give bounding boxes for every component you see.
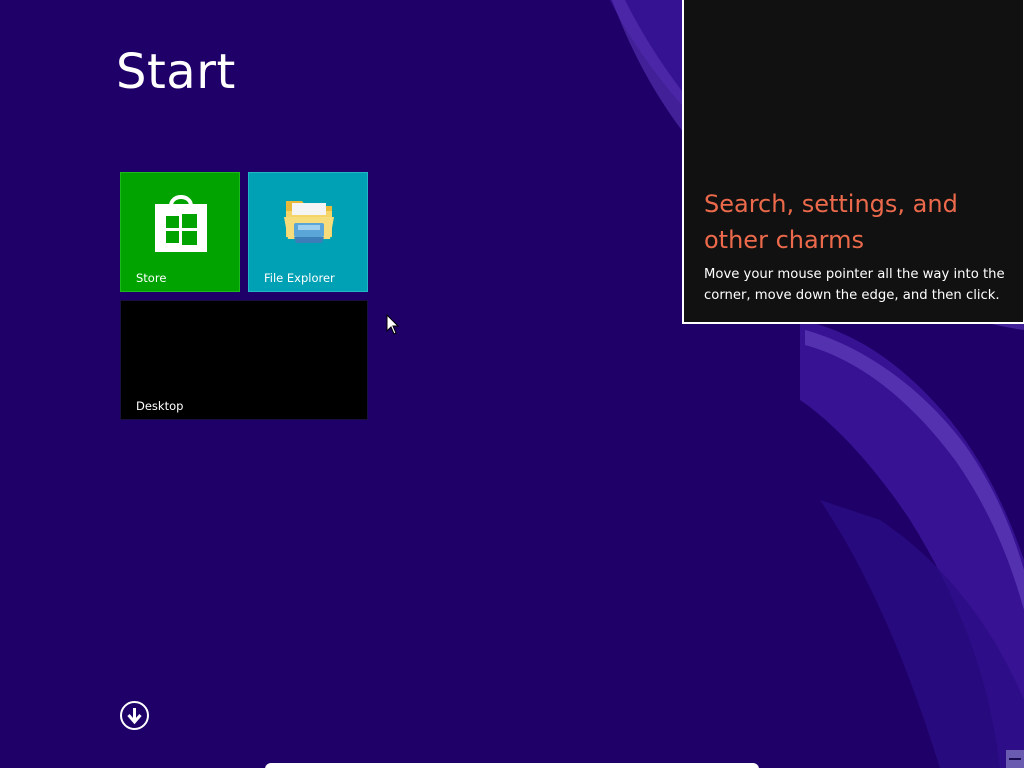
desktop-tile-label: Desktop <box>136 399 184 413</box>
mouse-pointer-icon <box>386 314 400 335</box>
bottom-bar <box>265 763 759 768</box>
start-title: Start <box>116 44 236 100</box>
folder-icon <box>282 193 336 251</box>
desktop-tile[interactable]: Desktop <box>120 300 368 420</box>
charms-tip-popup: Search, settings, and other charms Move … <box>682 0 1024 324</box>
store-tile-label: Store <box>136 271 167 285</box>
zoom-out-button[interactable] <box>1006 750 1024 768</box>
file-explorer-tile[interactable]: File Explorer <box>248 172 368 292</box>
store-bag-icon <box>153 188 209 258</box>
charms-tip-body: Move your mouse pointer all the way into… <box>704 267 1005 303</box>
file-explorer-tile-label: File Explorer <box>264 271 335 285</box>
all-apps-button[interactable] <box>119 700 150 731</box>
down-arrow-circle-icon <box>120 701 149 730</box>
store-tile[interactable]: Store <box>120 172 240 292</box>
charms-tip-heading: Search, settings, and other charms <box>704 190 958 254</box>
